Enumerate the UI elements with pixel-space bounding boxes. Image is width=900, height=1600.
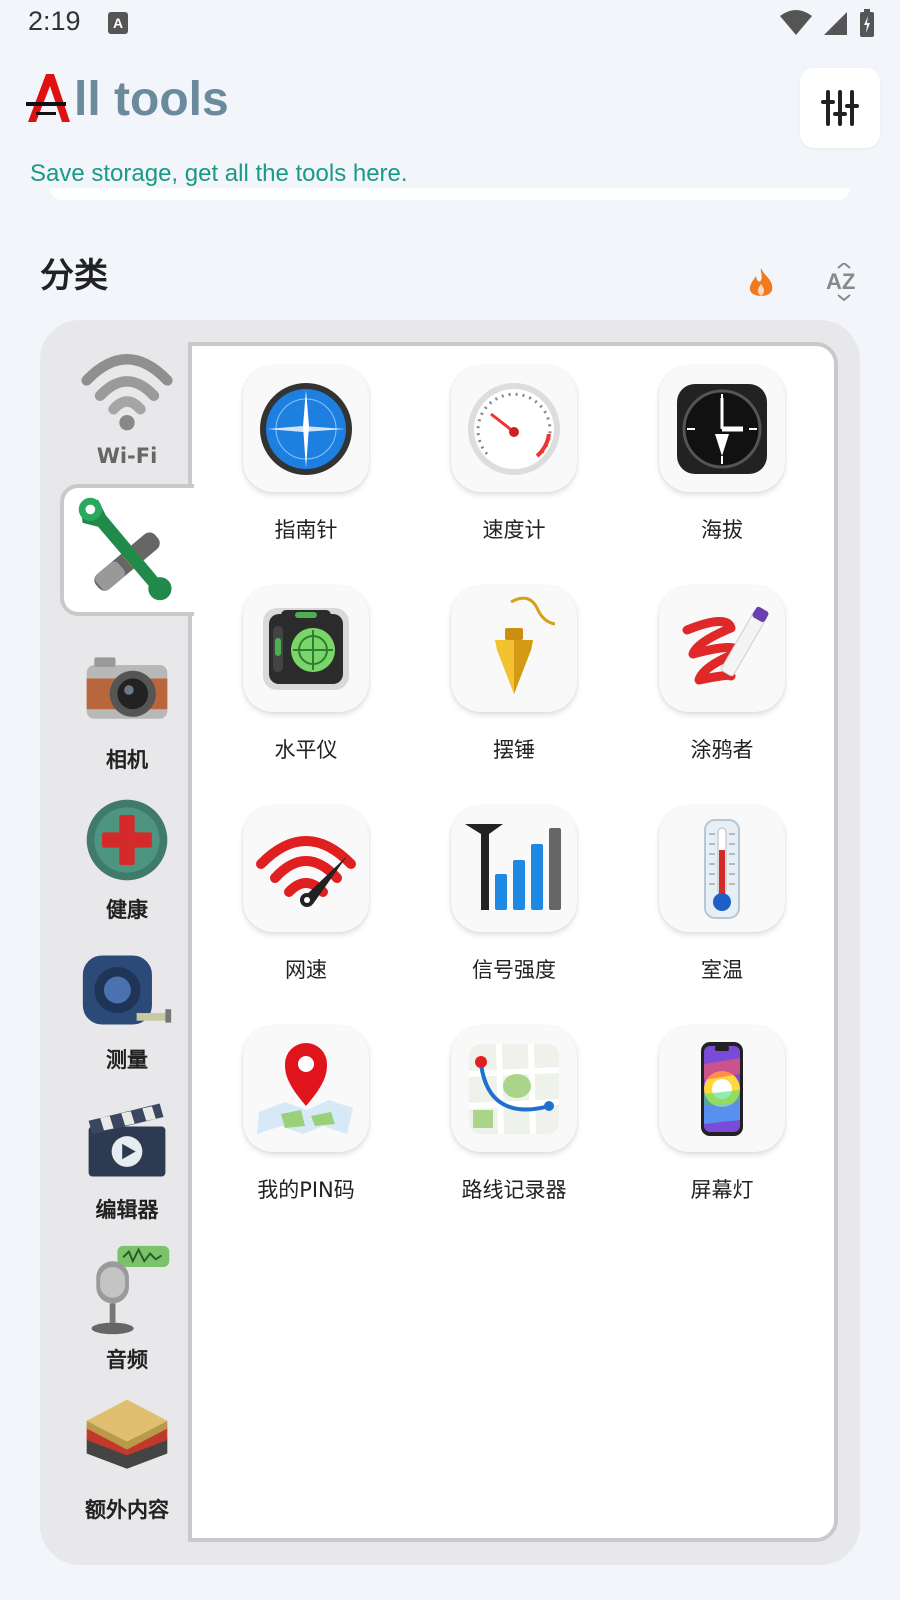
thermometer-icon xyxy=(704,819,740,919)
battery-icon xyxy=(860,9,874,37)
tool-label: 指南针 xyxy=(274,518,338,542)
logo-a-icon xyxy=(26,74,70,122)
tool-level[interactable]: 水平仪 xyxy=(216,586,396,786)
tool-label: 水平仪 xyxy=(274,738,338,762)
sidebar-item-label: 相机 xyxy=(106,748,148,772)
status-bar: 2:19 A xyxy=(0,0,900,48)
altimeter-icon xyxy=(677,384,767,474)
tool-label: 信号强度 xyxy=(472,958,556,982)
speedometer-icon xyxy=(468,383,560,475)
sidebar-item-label: 测量 xyxy=(106,1048,148,1072)
sliders-icon xyxy=(821,90,859,126)
tool-tile[interactable] xyxy=(659,366,785,492)
tagline: Save storage, get all the tools here. xyxy=(30,160,408,187)
tool-label: 屏幕灯 xyxy=(690,1178,754,1202)
cell-signal-icon xyxy=(824,12,847,35)
sidebar-item-measure[interactable]: 测量 xyxy=(62,936,192,1086)
plumb-bob-icon xyxy=(495,596,556,694)
tool-thermometer[interactable]: 室温 xyxy=(632,806,812,1006)
tools-icon xyxy=(78,497,172,601)
sidebar-item-label: 编辑器 xyxy=(95,1198,159,1222)
tool-speedometer[interactable]: 速度计 xyxy=(424,366,604,566)
tool-network-speed[interactable]: 网速 xyxy=(216,806,396,1006)
tool-tile[interactable] xyxy=(659,806,785,932)
sidebar-item-extras[interactable]: 额外内容 xyxy=(62,1386,192,1536)
wifi-status-icon xyxy=(780,10,812,35)
tool-tile[interactable] xyxy=(243,806,369,932)
map-pin-icon xyxy=(257,1043,353,1134)
tool-tile[interactable] xyxy=(451,806,577,932)
svg-text:AZ: AZ xyxy=(826,269,855,294)
tool-screen-light[interactable]: 屏幕灯 xyxy=(632,1026,812,1226)
tool-tile[interactable] xyxy=(243,1026,369,1152)
tool-scribble[interactable]: 涂鸦者 xyxy=(632,586,812,786)
compass-icon xyxy=(260,383,352,475)
app-title-text: ll tools xyxy=(74,73,229,126)
sort-alphabetical-button[interactable]: AZ xyxy=(820,262,868,304)
tool-tile[interactable] xyxy=(243,586,369,712)
flame-icon xyxy=(749,268,773,296)
health-icon xyxy=(86,799,168,881)
sidebar-item-camera[interactable]: 相机 xyxy=(62,636,192,786)
sidebar-item-wifi[interactable]: Wi-Fi xyxy=(62,336,192,486)
microphone-icon xyxy=(91,1245,170,1335)
tool-tile[interactable] xyxy=(243,366,369,492)
sidebar-item-editor[interactable]: 编辑器 xyxy=(62,1086,192,1236)
screen-light-icon xyxy=(701,1042,743,1136)
notification-a-icon: A xyxy=(108,12,128,34)
tool-altimeter[interactable]: 海拔 xyxy=(632,366,812,566)
tool-tile[interactable] xyxy=(451,1026,577,1152)
filter-settings-button[interactable] xyxy=(800,68,880,148)
tool-label: 网速 xyxy=(285,958,327,982)
tool-label: 海拔 xyxy=(701,518,743,542)
sidebar-item-label: 健康 xyxy=(106,898,148,922)
tool-tile[interactable] xyxy=(451,366,577,492)
sidebar-item-label: Wi-Fi xyxy=(96,444,158,468)
wifi-icon xyxy=(81,354,173,431)
network-speed-icon xyxy=(256,836,356,907)
tool-plumb-bob[interactable]: 摆锤 xyxy=(424,586,604,786)
tool-tile[interactable] xyxy=(451,586,577,712)
tool-tile[interactable] xyxy=(659,586,785,712)
signal-strength-icon xyxy=(465,824,561,910)
tool-label: 速度计 xyxy=(482,518,546,542)
sort-by-popularity-button[interactable] xyxy=(740,262,782,304)
camera-icon xyxy=(86,657,168,719)
tool-compass[interactable]: 指南针 xyxy=(216,366,396,566)
tool-label: 摆锤 xyxy=(493,738,535,762)
video-editor-icon xyxy=(88,1103,166,1177)
tool-label: 涂鸦者 xyxy=(690,738,754,762)
category-title: 分类 xyxy=(40,256,108,296)
sidebar-item-audio[interactable]: 音频 xyxy=(62,1236,192,1386)
sidebar-item-tools[interactable] xyxy=(60,484,194,616)
route-map-icon xyxy=(468,1043,560,1135)
tool-map-pin[interactable]: 我的PIN码 xyxy=(216,1026,396,1226)
status-time: 2:19 xyxy=(28,6,81,36)
sidebar-item-label: 额外内容 xyxy=(85,1498,169,1522)
app-title: ll tools xyxy=(26,68,229,124)
layers-icon xyxy=(86,1399,168,1469)
tool-label: 室温 xyxy=(701,958,743,982)
tool-route-map[interactable]: 路线记录器 xyxy=(424,1026,604,1226)
tool-tile[interactable] xyxy=(659,1026,785,1152)
tool-label: 路线记录器 xyxy=(461,1178,567,1202)
category-panel: 指南针 速度计 海拔水平仪 摆锤 涂鸦者网速 信号强度 室温我的PIN码 路线记录器 屏幕灯 W… xyxy=(40,320,860,1565)
tool-label: 我的PIN码 xyxy=(257,1178,355,1202)
level-icon xyxy=(263,608,349,690)
sidebar-item-label: 音频 xyxy=(106,1348,148,1372)
sidebar-item-health[interactable]: 健康 xyxy=(62,786,192,936)
scribble-icon xyxy=(682,606,769,685)
sort-az-icon: AZ xyxy=(826,263,855,302)
tape-measure-icon xyxy=(82,955,172,1025)
tool-signal-strength[interactable]: 信号强度 xyxy=(424,806,604,1006)
tagline-card-edge xyxy=(50,188,850,200)
tools-card: 指南针 速度计 海拔水平仪 摆锤 涂鸦者网速 信号强度 室温我的PIN码 路线记录器 屏幕灯 xyxy=(188,342,838,1542)
